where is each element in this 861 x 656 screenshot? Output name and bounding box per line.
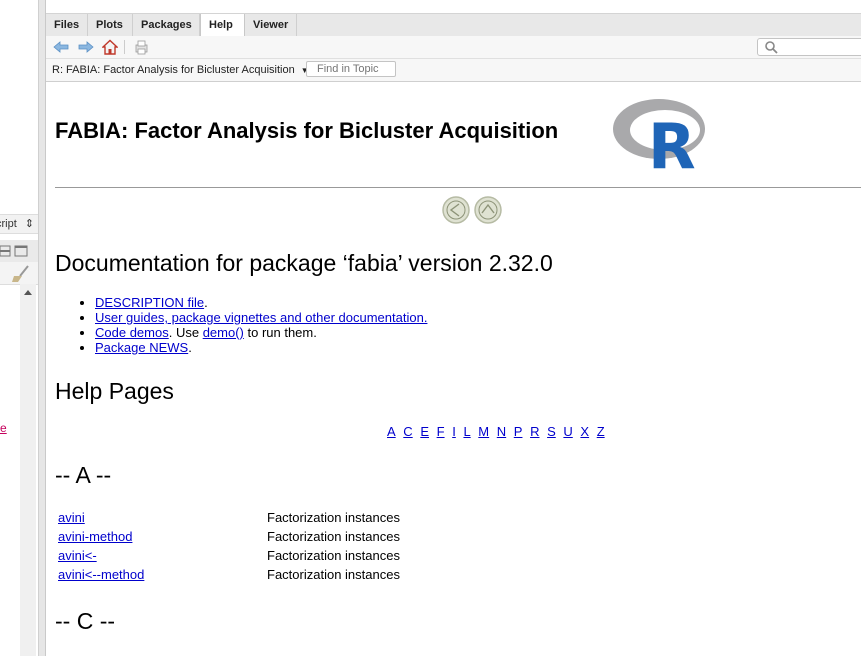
list-item: Package NEWS. xyxy=(95,340,427,355)
left-pane-header xyxy=(0,240,38,263)
nav-left-icon[interactable] xyxy=(442,196,470,224)
help-pages-heading: Help Pages xyxy=(55,378,174,404)
code-demos-link[interactable]: Code demos xyxy=(95,325,169,340)
left-pane: cript ⇕ e xyxy=(0,0,39,656)
letter-link[interactable]: L xyxy=(463,424,470,439)
back-arrow-icon[interactable] xyxy=(53,39,69,55)
letter-link[interactable]: M xyxy=(478,424,489,439)
topic-bar: R: FABIA: Factor Analysis for Bicluster … xyxy=(46,59,861,82)
link-suffix: to run them. xyxy=(243,325,317,340)
forward-arrow-icon[interactable] xyxy=(78,39,94,55)
letter-link[interactable]: R xyxy=(530,424,539,439)
title-divider xyxy=(55,187,861,188)
list-item: User guides, package vignettes and other… xyxy=(95,310,427,325)
topic-description: Factorization instances xyxy=(267,567,400,582)
nav-up-icon[interactable] xyxy=(474,196,502,224)
help-pane: Files Plots Packages Help Viewer R: FABI… xyxy=(45,0,861,656)
scroll-up-icon[interactable] xyxy=(20,284,36,300)
tab-files[interactable]: Files xyxy=(46,14,88,36)
pane-tab-bar: Files Plots Packages Help Viewer xyxy=(46,13,861,37)
broom-icon[interactable] xyxy=(0,262,38,284)
help-index-table: avini Factorization instances avini-metho… xyxy=(55,509,403,585)
navigation-buttons xyxy=(442,196,502,224)
table-row: avini<--method Factorization instances xyxy=(55,566,403,585)
find-in-topic-input[interactable] xyxy=(306,61,396,77)
left-pane-editor xyxy=(0,0,38,212)
table-row: avini Factorization instances xyxy=(55,509,403,528)
r-logo-icon: R xyxy=(613,99,705,172)
topic-description: Factorization instances xyxy=(267,510,400,525)
topic-link[interactable]: avini<--method xyxy=(58,567,144,582)
left-pane-link-fragment[interactable]: e xyxy=(0,421,7,435)
topic-dropdown[interactable]: R: FABIA: Factor Analysis for Bicluster … xyxy=(52,59,309,81)
letter-link[interactable]: F xyxy=(437,424,445,439)
documentation-heading: Documentation for package ‘fabia’ versio… xyxy=(55,250,553,276)
help-search-input[interactable] xyxy=(757,38,861,56)
link-suffix: . Use xyxy=(168,325,203,340)
home-icon[interactable] xyxy=(102,39,118,55)
window-controls-icon[interactable] xyxy=(0,240,38,262)
description-file-link[interactable]: DESCRIPTION file xyxy=(95,295,204,310)
list-item: Code demos. Use demo() to run them. xyxy=(95,325,427,340)
table-row: avini<- Factorization instances xyxy=(55,547,403,566)
letter-link[interactable]: Z xyxy=(597,424,605,439)
package-links: DESCRIPTION file. User guides, package v… xyxy=(55,295,427,355)
tab-plots[interactable]: Plots xyxy=(88,14,133,36)
section-heading-a: -- A -- xyxy=(55,462,112,488)
letter-link[interactable]: C xyxy=(403,424,412,439)
list-item: DESCRIPTION file. xyxy=(95,295,427,310)
table-row: avini-method Factorization instances xyxy=(55,528,403,547)
demo-function-link[interactable]: demo() xyxy=(203,325,244,340)
letter-index: A C E F I L M N P R S U X Z xyxy=(387,424,609,439)
letter-link[interactable]: X xyxy=(580,424,589,439)
user-guides-link[interactable]: User guides, package vignettes and other… xyxy=(95,310,427,325)
print-icon[interactable] xyxy=(133,39,149,55)
letter-link[interactable]: S xyxy=(547,424,556,439)
tab-help[interactable]: Help xyxy=(200,14,245,37)
topic-link[interactable]: avini-method xyxy=(58,529,132,544)
r-logo-letter: R xyxy=(648,110,696,172)
toolbar-divider xyxy=(124,40,125,54)
letter-link[interactable]: N xyxy=(497,424,506,439)
link-suffix: . xyxy=(204,295,208,310)
link-suffix: . xyxy=(188,340,192,355)
topic-description: Factorization instances xyxy=(267,529,400,544)
left-pane-selector[interactable]: cript ⇕ xyxy=(0,214,38,234)
topic-link[interactable]: avini<- xyxy=(58,548,97,563)
section-heading-c: -- C -- xyxy=(55,608,116,634)
topic-description: Factorization instances xyxy=(267,548,400,563)
page-title: FABIA: Factor Analysis for Bicluster Acq… xyxy=(55,118,559,143)
topic-label: R: FABIA: Factor Analysis for Bicluster … xyxy=(52,64,295,76)
help-toolbar xyxy=(46,36,861,59)
left-pane-scrollbar[interactable] xyxy=(20,284,36,656)
tab-packages[interactable]: Packages xyxy=(133,14,200,36)
letter-link[interactable]: A xyxy=(387,424,396,439)
search-icon xyxy=(765,41,778,54)
left-pane-toolbar xyxy=(0,262,38,285)
package-news-link[interactable]: Package NEWS xyxy=(95,340,188,355)
letter-link[interactable]: E xyxy=(420,424,429,439)
letter-link[interactable]: P xyxy=(514,424,523,439)
chevron-updown-icon: ⇕ xyxy=(24,218,34,230)
topic-link[interactable]: avini xyxy=(58,510,85,525)
tab-viewer[interactable]: Viewer xyxy=(245,14,297,36)
letter-link[interactable]: I xyxy=(452,424,456,439)
letter-link[interactable]: U xyxy=(563,424,572,439)
